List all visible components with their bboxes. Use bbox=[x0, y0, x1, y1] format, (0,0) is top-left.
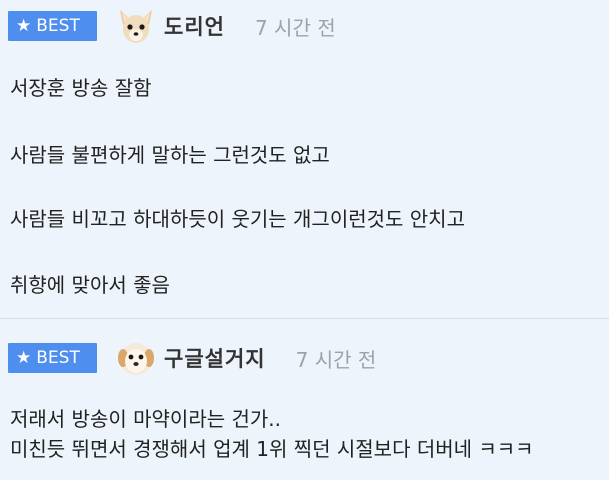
avatar[interactable] bbox=[116, 338, 156, 378]
best-badge: ★ BEST bbox=[8, 11, 97, 41]
comment-header: ★ BEST 구글설거지 7 시간 전 bbox=[8, 341, 376, 375]
comment-header: ★ BEST 도리언 7 시간 전 bbox=[8, 9, 336, 43]
comment-text-line: 사람들 불편하게 말하는 그런것도 없고 bbox=[10, 143, 330, 167]
comment-item: ★ BEST 도리언 7 시간 전 서장훈 방송 잘함 사람들 불편하게 말하는… bbox=[0, 0, 609, 318]
timestamp: 7 시간 전 bbox=[295, 347, 377, 372]
comment-text-line: 미친듯 뛰면서 경쟁해서 업계 1위 찍던 시절보다 더버네 ㅋㅋㅋ bbox=[10, 437, 534, 461]
comment-text-line: 서장훈 방송 잘함 bbox=[10, 76, 152, 100]
nickname[interactable]: 구글설거지 bbox=[164, 343, 266, 373]
best-badge-label: BEST bbox=[36, 16, 80, 36]
best-badge-label: BEST bbox=[36, 348, 80, 368]
nickname[interactable]: 도리언 bbox=[164, 11, 225, 41]
comment-text-line: 사람들 비꼬고 하대하듯이 웃기는 개그이런것도 안치고 bbox=[10, 207, 465, 231]
comment-text-line: 저래서 방송이 마약이라는 건가.. bbox=[10, 407, 281, 431]
best-badge: ★ BEST bbox=[8, 343, 97, 373]
avatar[interactable] bbox=[116, 6, 156, 46]
star-icon: ★ bbox=[16, 15, 32, 36]
comment-text-line: 취향에 맞아서 좋음 bbox=[10, 273, 170, 297]
timestamp: 7 시간 전 bbox=[254, 15, 336, 40]
star-icon: ★ bbox=[16, 347, 32, 368]
comment-item: ★ BEST 구글설거지 7 시간 전 저래서 방송이 마약이라는 건가.. 미… bbox=[0, 319, 609, 480]
